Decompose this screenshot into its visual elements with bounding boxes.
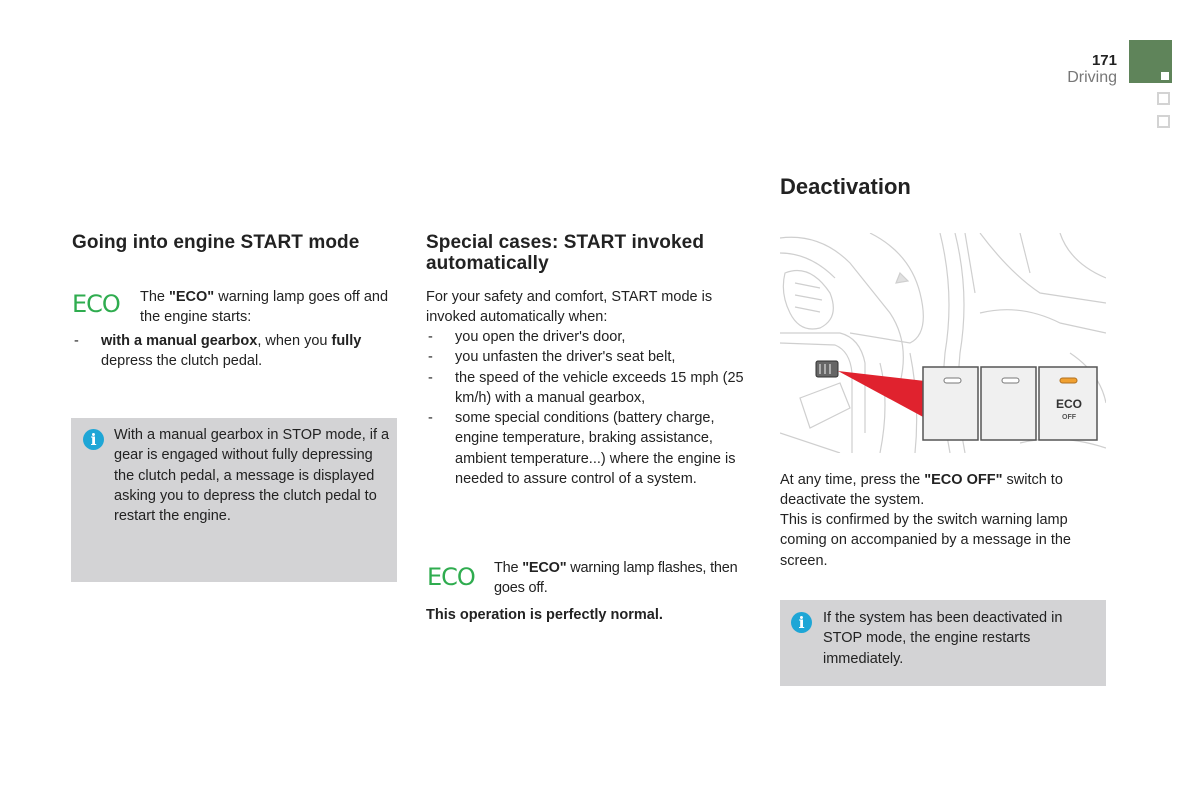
section-tab-3[interactable] <box>1157 115 1170 128</box>
text-part: depress the clutch pedal. <box>101 353 263 370</box>
text-part: The <box>140 289 170 305</box>
text-part: At any time, press the <box>780 472 925 488</box>
heading-line: automatically <box>426 253 549 274</box>
info-icon: i <box>791 612 812 633</box>
eco-flash-text: The "ECO" warning lamp flashes, then goe… <box>494 558 754 599</box>
pointer-shape <box>838 371 925 418</box>
text-bold: "ECO" <box>522 560 567 576</box>
heading-special-cases: Special cases: START invoked automatical… <box>426 232 756 274</box>
heading-deactivation: Deactivation <box>780 174 911 199</box>
confirmation-text: This is confirmed by the switch warning … <box>780 512 1071 569</box>
eco-lamp-icon: ECO <box>72 290 121 318</box>
list-item: some special conditions (battery charge,… <box>426 408 761 489</box>
heading-line: Special cases: START invoked <box>426 232 705 253</box>
note-text: With a manual gearbox in STOP mode, if a… <box>114 427 390 525</box>
text-part: , when you <box>257 333 332 349</box>
tab-marker-icon <box>1161 72 1169 80</box>
heading-start-mode: Going into engine START mode <box>72 232 360 253</box>
eco-switch-label: ECO <box>1056 397 1082 411</box>
info-icon: i <box>83 429 104 450</box>
eco-off-switch-illustration: ECO OFF <box>779 232 1107 454</box>
section-tab-2[interactable] <box>1157 92 1170 105</box>
special-cases-intro: For your safety and comfort, START mode … <box>426 289 713 326</box>
start-conditions-list: with a manual gearbox, when you fully de… <box>72 331 392 372</box>
list-item: you open the driver's door, <box>426 327 761 348</box>
text-bold: "ECO" <box>169 289 215 305</box>
special-cases-list: you open the driver's door, you unfasten… <box>426 327 761 489</box>
normal-operation-note: This operation is perfectly normal. <box>426 607 663 623</box>
text-bold: "ECO OFF" <box>924 472 1003 488</box>
deactivation-text: At any time, press the "ECO OFF" switch … <box>780 470 1105 511</box>
section-tab-active[interactable] <box>1129 40 1172 83</box>
info-note-deactivated: i If the system has been deactivated in … <box>780 600 1106 686</box>
dashboard-drawing: ECO OFF <box>779 232 1107 454</box>
info-note-manual-gearbox: i With a manual gearbox in STOP mode, if… <box>71 418 397 582</box>
note-text: If the system has been deactivated in ST… <box>823 610 1063 667</box>
eco-lamp-icon: ECO <box>427 563 476 591</box>
text-bold: with a manual gearbox <box>101 333 258 349</box>
page-number: 171 <box>1091 52 1117 69</box>
section-title: Driving <box>1067 69 1117 86</box>
text-bold: fully <box>331 333 362 349</box>
text-part: The <box>494 560 523 576</box>
list-item: with a manual gearbox, when you fully de… <box>72 331 392 372</box>
off-switch-label: OFF <box>1062 414 1077 421</box>
list-item: you unfasten the driver's seat belt, <box>426 347 761 368</box>
eco-lamp-text: The "ECO" warning lamp goes off and the … <box>140 287 390 328</box>
list-item: the speed of the vehicle exceeds 15 mph … <box>426 368 761 409</box>
